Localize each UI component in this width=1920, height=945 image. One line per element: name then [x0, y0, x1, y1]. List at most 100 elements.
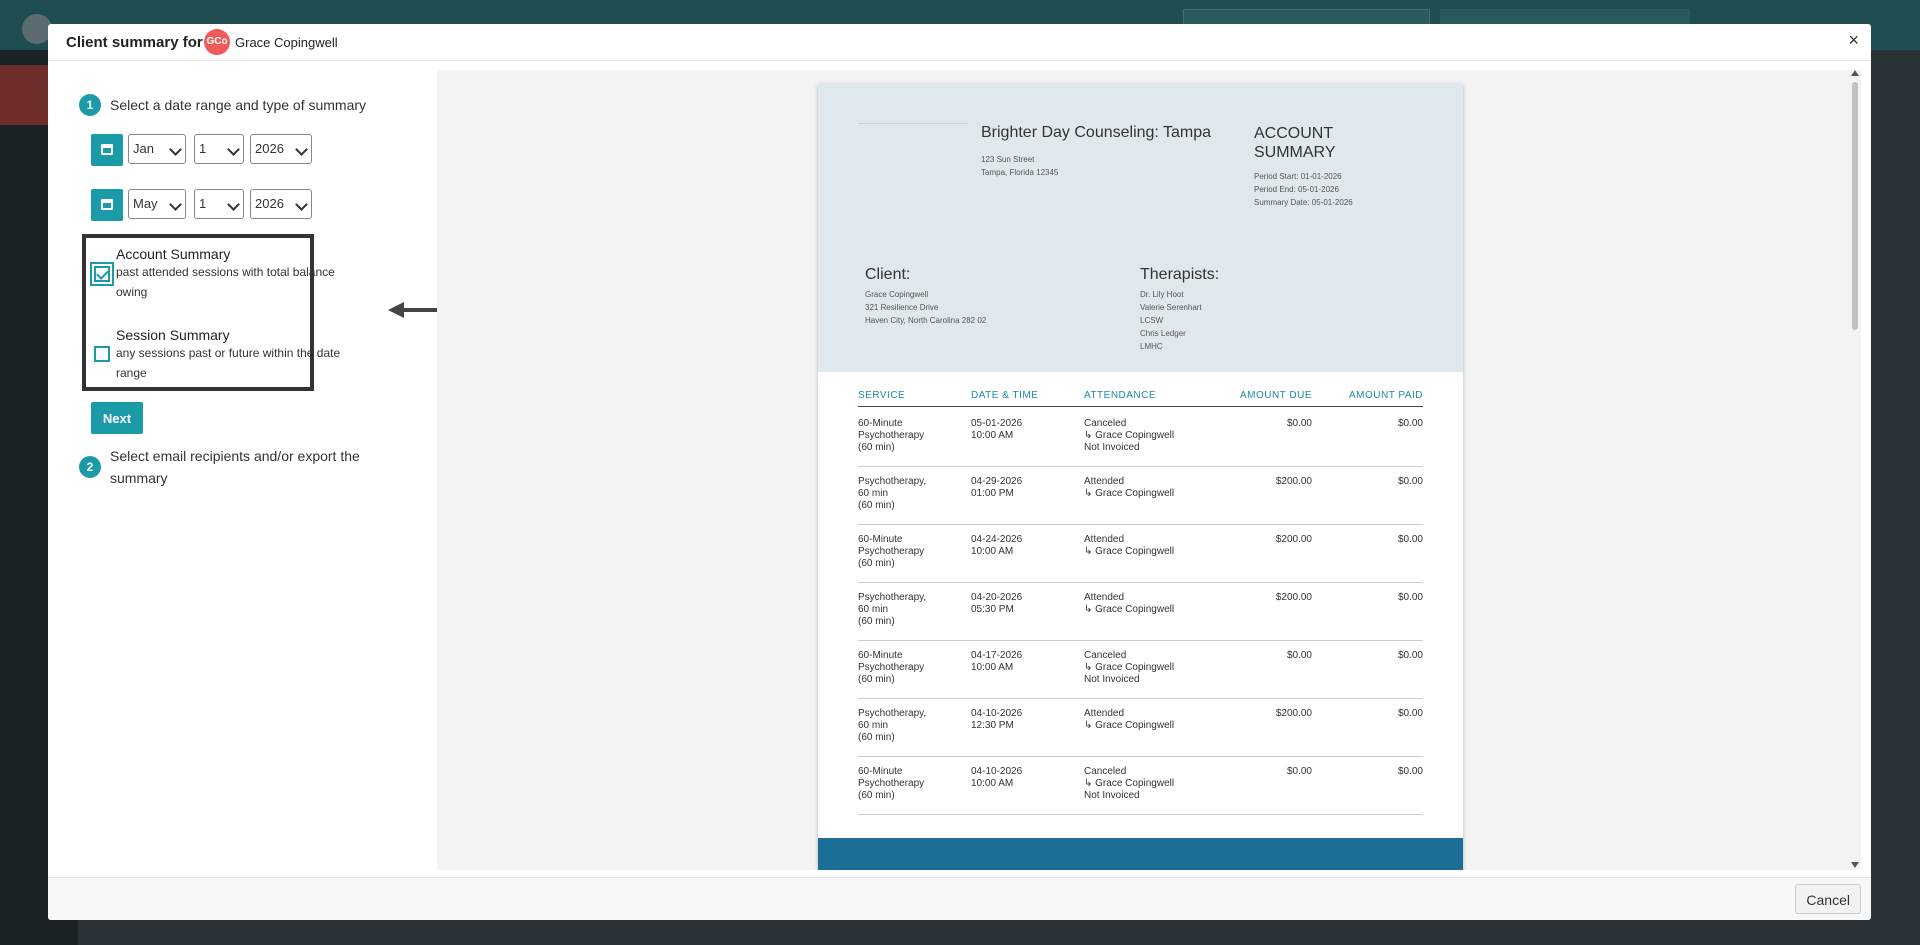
column-header-service: SERVICE: [858, 390, 906, 401]
cell-service-line: 60-Minute: [858, 766, 903, 777]
scroll-down-icon[interactable]: [1851, 862, 1859, 868]
start-day-value: 1: [199, 141, 207, 156]
client-name: Grace Copingwell: [865, 290, 929, 299]
step-1-badge: 1: [79, 94, 101, 116]
cell-amount-paid: $0.00: [1323, 766, 1423, 778]
chevron-down-icon: [169, 198, 182, 211]
summary-date: Summary Date: 05-01-2026: [1254, 198, 1353, 207]
cell-service: 60-Minute Psychotherapy (60 min): [858, 766, 924, 802]
client-heading: Client:: [865, 266, 911, 283]
logo-placeholder: [858, 123, 968, 124]
cell-attendance-line: Canceled: [1084, 650, 1127, 661]
calendar-icon: [101, 199, 113, 210]
cell-date-time: 04-20-2026 05:30 PM: [971, 592, 1022, 616]
cell-service-line: (60 min): [858, 616, 895, 627]
summary-period: Period Start: 01-01-2026 Period End: 05-…: [1254, 170, 1353, 209]
cell-attendance-line: Not Invoiced: [1084, 790, 1140, 801]
cell-date-time-line: 05:30 PM: [971, 604, 1014, 615]
end-day-select[interactable]: 1: [194, 189, 244, 219]
cell-service-line: (60 min): [858, 732, 895, 743]
cell-amount-paid: $0.00: [1323, 418, 1423, 430]
cell-attendance-line: ↳ Grace Copingwell: [1084, 546, 1175, 557]
start-date-calendar-button[interactable]: [91, 134, 123, 166]
cell-attendance-line: ↳ Grace Copingwell: [1084, 662, 1175, 673]
step-1-label: Select a date range and type of summary: [110, 97, 367, 113]
therapist-line: Dr. Lily Hoot: [1140, 290, 1184, 299]
modal-title: Client summary for: [66, 34, 203, 51]
table-row: Psychotherapy, 60 min (60 min) 04-20-2026 05…: [858, 582, 1423, 641]
cell-service: 60-Minute Psychotherapy (60 min): [858, 418, 924, 454]
practice-address-line-1: 123 Sun Street: [981, 155, 1035, 164]
cell-date-time-line: 05-01-2026: [971, 418, 1023, 429]
therapists-heading: Therapists:: [1140, 266, 1220, 283]
start-year-select[interactable]: 2026: [250, 134, 312, 164]
next-button[interactable]: Next: [91, 402, 143, 434]
table-row: 60-Minute Psychotherapy (60 min) 05-01-2026…: [858, 408, 1423, 467]
cell-attendance-line: Canceled: [1084, 766, 1127, 777]
cancel-button[interactable]: Cancel: [1795, 884, 1861, 914]
session-summary-checkbox[interactable]: [94, 346, 110, 362]
cell-service-line: 60-Minute: [858, 534, 903, 545]
cell-service-line: (60 min): [858, 500, 895, 511]
cell-amount-due-line: $0.00: [1286, 650, 1312, 661]
cell-amount-paid: $0.00: [1323, 708, 1423, 720]
cell-attendance-line: ↳ Grace Copingwell: [1084, 488, 1175, 499]
cell-attendance-line: Attended: [1084, 534, 1125, 545]
cell-date-time-line: 04-29-2026: [971, 476, 1023, 487]
cell-date-time-line: 10:00 AM: [971, 430, 1014, 441]
account-summary-checkbox[interactable]: [90, 262, 114, 286]
cell-amount-paid-line: $0.00: [1397, 592, 1423, 603]
cell-date-time-line: 01:00 PM: [971, 488, 1014, 499]
cell-amount-due: $0.00: [1222, 418, 1312, 430]
table-row: Psychotherapy, 60 min (60 min) 04-29-2026 01…: [858, 466, 1423, 525]
period-end: Period End: 05-01-2026: [1254, 185, 1339, 194]
chevron-down-icon: [295, 143, 308, 156]
cell-date-time: 05-01-2026 10:00 AM: [971, 418, 1022, 442]
cell-attendance-line: Canceled: [1084, 418, 1127, 429]
end-date-calendar-button[interactable]: [91, 189, 123, 221]
cell-attendance: Attended ↳ Grace Copingwell: [1084, 708, 1174, 732]
cell-amount-due: $200.00: [1222, 534, 1312, 546]
cell-amount-paid-line: $0.00: [1397, 476, 1423, 487]
cell-attendance-line: Attended: [1084, 708, 1125, 719]
end-month-select[interactable]: May: [128, 189, 186, 219]
table-row: 60-Minute Psychotherapy (60 min) 04-24-2026…: [858, 524, 1423, 583]
column-header-amount-paid: AMOUNT PAID: [1348, 390, 1423, 401]
preview-scrollbar[interactable]: [1849, 70, 1861, 870]
cell-date-time-line: 04-10-2026: [971, 708, 1023, 719]
start-month-select[interactable]: Jan: [128, 134, 186, 164]
chevron-down-icon: [227, 143, 240, 156]
end-year-value: 2026: [255, 196, 284, 211]
chevron-down-icon: [169, 143, 182, 156]
scrollbar-thumb[interactable]: [1852, 82, 1858, 330]
cell-amount-due-line: $0.00: [1286, 418, 1312, 429]
cell-amount-paid-line: $0.00: [1397, 534, 1423, 545]
cell-amount-paid: $0.00: [1323, 592, 1423, 604]
start-day-select[interactable]: 1: [194, 134, 244, 164]
practice-address: 123 Sun Street Tampa, Florida 12345: [981, 153, 1058, 179]
cell-amount-paid: $0.00: [1323, 650, 1423, 662]
summary-preview[interactable]: Brighter Day Counseling: Tampa 123 Sun S…: [437, 70, 1860, 870]
cell-date-time-line: 04-20-2026: [971, 592, 1023, 603]
cell-attendance-line: ↳ Grace Copingwell: [1084, 720, 1175, 731]
scroll-up-icon[interactable]: [1851, 70, 1859, 76]
close-icon[interactable]: ×: [1848, 30, 1859, 51]
cell-amount-due: $200.00: [1222, 476, 1312, 488]
cell-date-time: 04-29-2026 01:00 PM: [971, 476, 1022, 500]
cell-attendance-line: ↳ Grace Copingwell: [1084, 778, 1175, 789]
column-header-attendance: ATTENDANCE: [1084, 390, 1157, 401]
cell-service: Psychotherapy, 60 min (60 min): [858, 592, 926, 628]
end-year-select[interactable]: 2026: [250, 189, 312, 219]
cell-amount-paid: $0.00: [1323, 476, 1423, 488]
cell-amount-paid-line: $0.00: [1397, 650, 1423, 661]
summary-document: Brighter Day Counseling: Tampa 123 Sun S…: [818, 84, 1463, 870]
cell-amount-due: $200.00: [1222, 708, 1312, 720]
chevron-down-icon: [227, 198, 240, 211]
therapist-line: Valerie Serenhart: [1140, 303, 1202, 312]
cell-attendance: Attended ↳ Grace Copingwell: [1084, 534, 1174, 558]
cell-amount-due: $0.00: [1222, 766, 1312, 778]
cell-attendance-line: Attended: [1084, 476, 1125, 487]
document-footer-bar: [818, 838, 1463, 870]
table-row: 60-Minute Psychotherapy (60 min) 04-10-2026…: [858, 756, 1423, 815]
client-details: Grace Copingwell 321 Resilience Drive Ha…: [865, 288, 986, 327]
